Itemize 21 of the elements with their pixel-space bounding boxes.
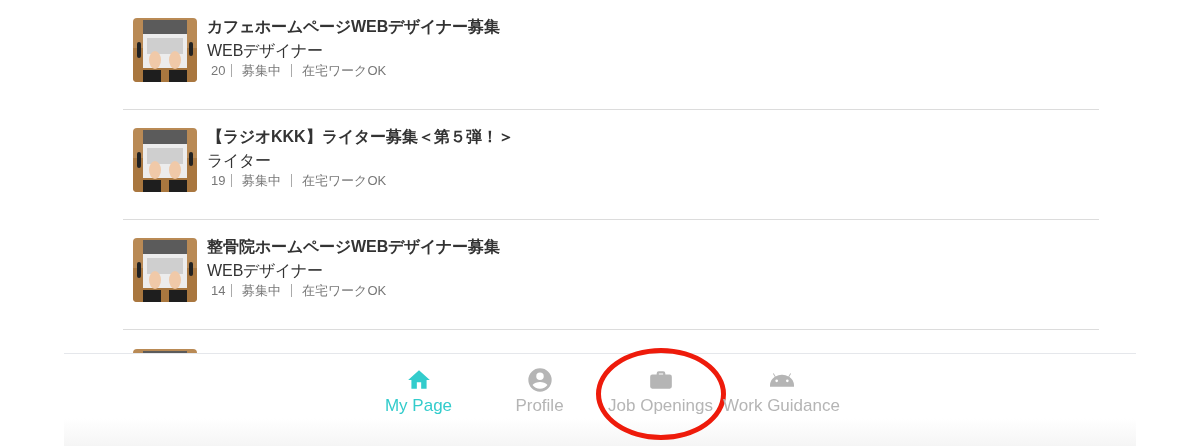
- nav-tab[interactable]: Job Openings: [600, 354, 721, 446]
- profile-icon: [525, 366, 554, 394]
- remote-label: 在宅ワークOK: [301, 174, 387, 187]
- nav-tab[interactable]: My Page: [358, 354, 479, 446]
- job-role: WEBデザイナー: [207, 41, 325, 61]
- remote-label: 在宅ワークOK: [301, 64, 387, 77]
- status-label: 募集中: [232, 284, 293, 297]
- job-role: WEBデザイナー: [207, 261, 325, 281]
- nav-tab[interactable]: Work Guidance: [721, 354, 842, 446]
- remote-label: 在宅ワークOK: [301, 284, 387, 297]
- job-role: ライター: [207, 151, 272, 171]
- applicant-count: 14: [211, 284, 233, 297]
- nav-tab[interactable]: Profile: [479, 354, 600, 446]
- job-title[interactable]: 整骨院ホームページWEBデザイナー募集: [207, 236, 501, 258]
- job-title[interactable]: カフェホームページWEBデザイナー募集: [207, 16, 501, 38]
- android-icon: [769, 373, 794, 387]
- job-title[interactable]: 【ラジオKKK】ライター募集＜第５弾！＞: [207, 126, 514, 148]
- status-label: 募集中: [232, 174, 293, 187]
- status-label: 募集中: [232, 64, 293, 77]
- applicant-count: 19: [211, 174, 233, 187]
- applicant-count: 20: [211, 64, 233, 77]
